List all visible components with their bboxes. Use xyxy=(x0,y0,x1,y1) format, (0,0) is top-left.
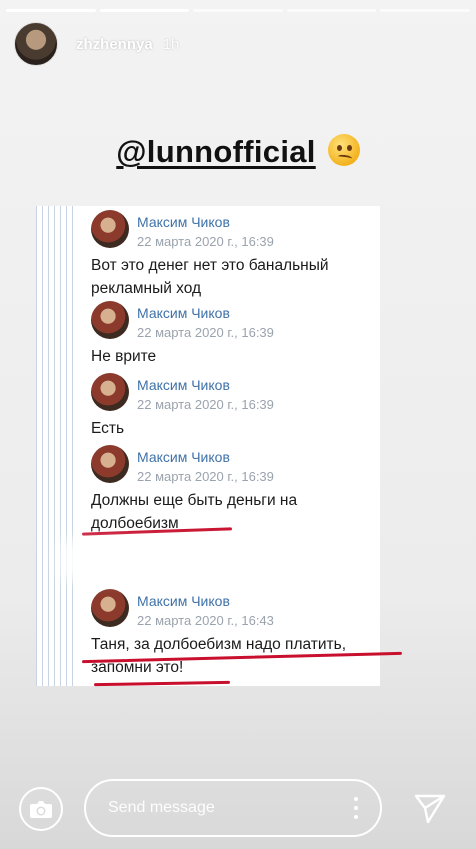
sender-name: Максим Чиков xyxy=(137,214,230,230)
chat-screenshot: Максим Чиков 22 марта 2020 г., 16:39 Вот… xyxy=(36,206,402,687)
message-line: рекламный ход xyxy=(91,280,202,297)
mention-sticker[interactable]: @lunnofficial xyxy=(0,134,476,170)
red-underline xyxy=(93,680,231,687)
progress-segment xyxy=(286,9,377,12)
camera-icon xyxy=(30,801,52,818)
smudge-overlay xyxy=(60,540,260,580)
message-line: Таня, за долбоебизм надо платить, xyxy=(91,636,347,653)
sender-name: Максим Чиков xyxy=(137,377,230,393)
avatar[interactable] xyxy=(14,22,58,66)
progress-segment xyxy=(193,9,283,12)
story-header: zhzhennya 1h xyxy=(14,22,179,66)
timestamp: 1h xyxy=(162,35,180,53)
message-date: 22 марта 2020 г., 16:39 xyxy=(137,234,274,249)
message-line: Вот это денег нет это банальный xyxy=(91,257,329,274)
sender-avatar xyxy=(91,373,129,411)
story-progress xyxy=(6,9,470,12)
sender-avatar xyxy=(91,445,129,483)
sender-avatar xyxy=(91,301,129,339)
send-icon[interactable] xyxy=(412,790,448,826)
message-line: Не врите xyxy=(91,348,157,365)
username[interactable]: zhzhennya xyxy=(76,36,153,53)
message-date: 22 марта 2020 г., 16:43 xyxy=(137,613,274,628)
sender-name: Максим Чиков xyxy=(137,449,230,465)
sender-name: Максим Чиков xyxy=(137,305,230,321)
sender-name: Максим Чиков xyxy=(137,593,230,609)
progress-segment xyxy=(6,9,96,12)
screenshot-edge xyxy=(36,206,78,686)
message-text: Вот это денег нет это банальный рекламны… xyxy=(91,254,371,300)
camera-button[interactable] xyxy=(19,787,63,831)
message-line: Должны еще быть деньги на xyxy=(91,492,298,509)
mention-text[interactable]: @lunnofficial xyxy=(116,134,315,169)
message-text: Не врите xyxy=(91,345,371,368)
message-line: Есть xyxy=(91,420,125,437)
send-message-field[interactable] xyxy=(84,779,382,837)
message-date: 22 марта 2020 г., 16:39 xyxy=(137,325,274,340)
progress-segment xyxy=(99,9,190,12)
message-input[interactable] xyxy=(106,798,330,818)
sender-avatar xyxy=(91,589,129,627)
message-date: 22 марта 2020 г., 16:39 xyxy=(137,397,274,412)
woozy-face-icon xyxy=(327,134,360,166)
more-vertical-icon[interactable] xyxy=(354,797,358,819)
message-text: Есть xyxy=(91,417,371,440)
progress-segment xyxy=(380,9,470,12)
message-date: 22 марта 2020 г., 16:39 xyxy=(137,469,274,484)
sender-avatar xyxy=(91,210,129,248)
